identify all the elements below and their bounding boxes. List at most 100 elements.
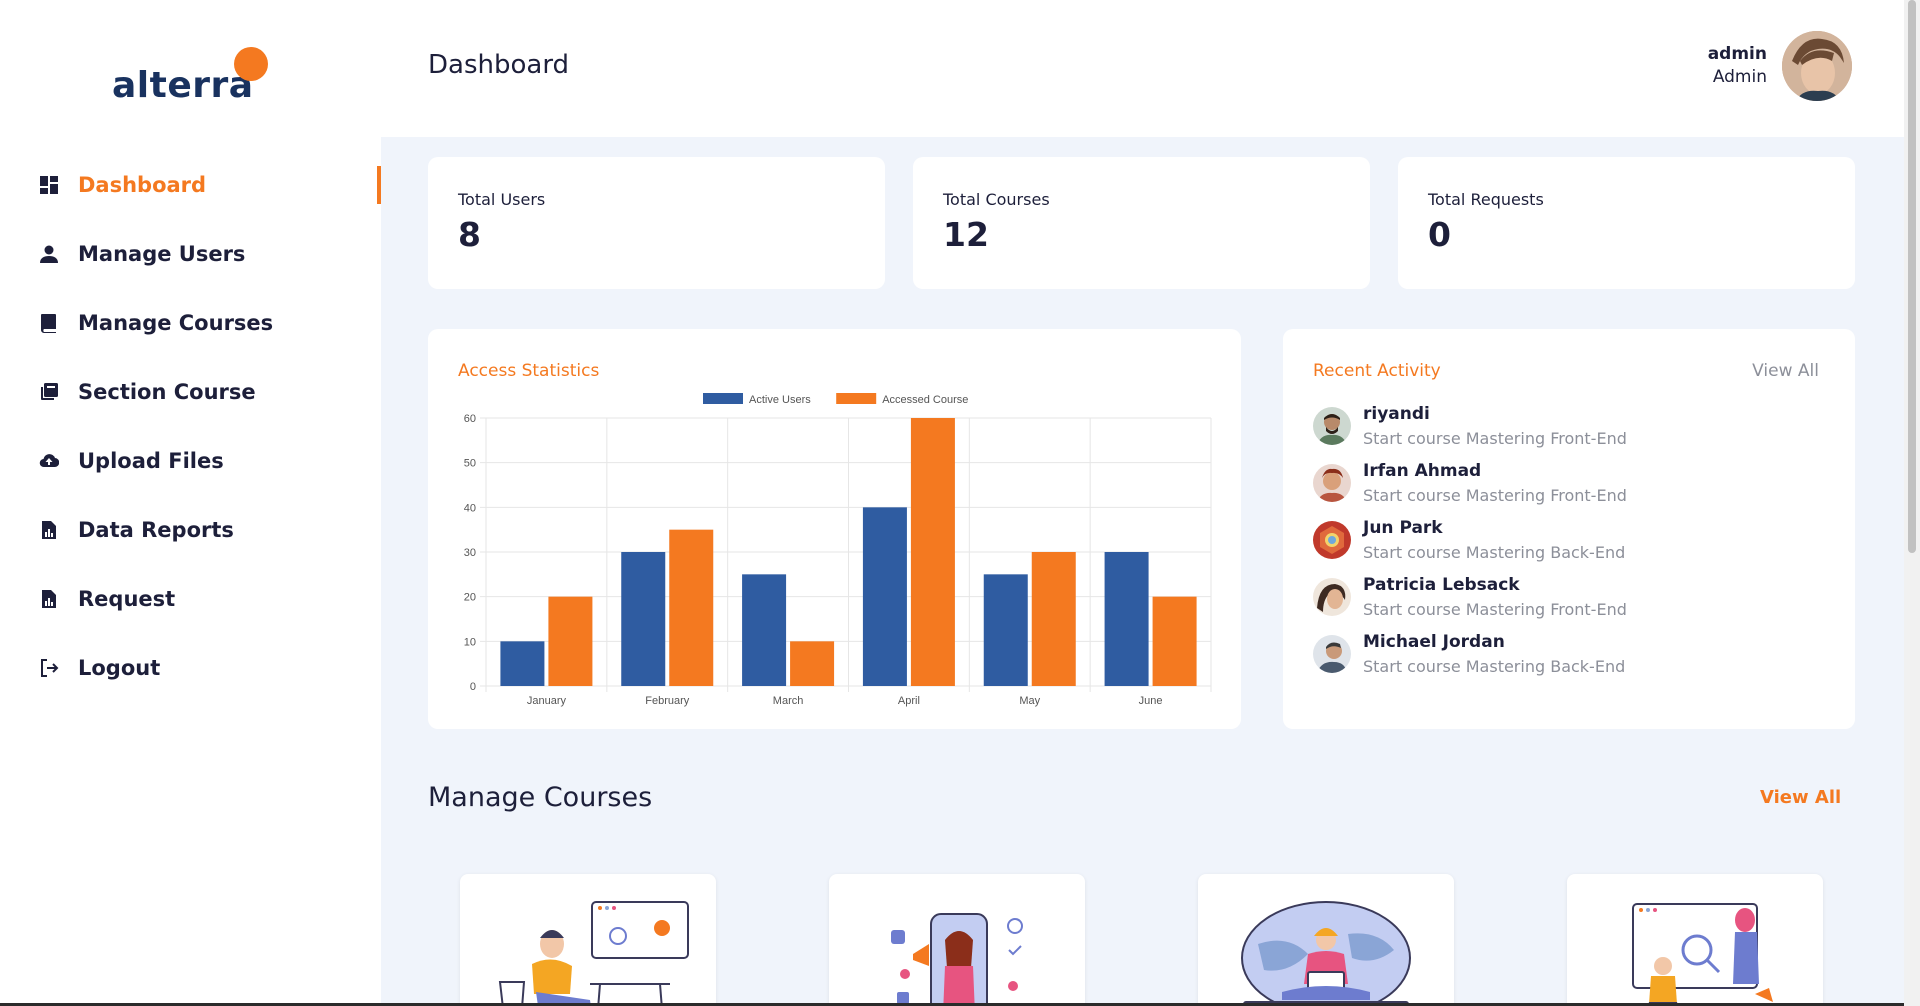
sidebar-item-manage-users[interactable]: Manage Users xyxy=(0,219,381,288)
list-item[interactable]: Patricia Lebsack Start course Mastering … xyxy=(1313,575,1833,632)
user-info[interactable]: admin Admin xyxy=(1708,44,1767,87)
activity-description: Start course Mastering Front-End xyxy=(1363,486,1627,505)
stat-label: Total Users xyxy=(458,190,546,209)
sidebar-item-dashboard[interactable]: Dashboard xyxy=(0,150,381,219)
chart-bar xyxy=(669,529,714,686)
sidebar-item-label: Manage Courses xyxy=(78,310,274,335)
course-illustration xyxy=(891,913,1023,1006)
avatar xyxy=(1313,578,1351,616)
sidebar-item-logout[interactable]: Logout xyxy=(0,633,381,702)
stat-label: Total Courses xyxy=(943,190,1050,209)
list-item[interactable]: riyandi Start course Mastering Front-End xyxy=(1313,404,1833,461)
course-card[interactable] xyxy=(1198,874,1454,1006)
sidebar-item-request[interactable]: Request xyxy=(0,564,381,633)
access-statistics-chart: 0 10 20 30 40 50 60 January February March April Ma… xyxy=(464,393,1212,707)
sidebar-item-section-course[interactable]: Section Course xyxy=(0,357,381,426)
avatar xyxy=(1313,635,1351,673)
activity-description: Start course Mastering Front-End xyxy=(1363,600,1627,619)
logout-icon xyxy=(38,657,60,679)
avatar xyxy=(1313,521,1351,559)
activity-user-name: riyandi xyxy=(1363,404,1430,424)
sidebar-item-label: Logout xyxy=(78,655,161,680)
logo-text: alterra xyxy=(112,65,254,106)
activity-description: Start course Mastering Front-End xyxy=(1363,429,1627,448)
chart-bar xyxy=(1031,552,1076,686)
sidebar-item-label: Section Course xyxy=(78,379,256,404)
course-card[interactable] xyxy=(829,874,1085,1006)
chart-bar xyxy=(1104,552,1149,686)
chart-bar xyxy=(742,574,787,686)
legend-swatch xyxy=(703,393,743,404)
cloud-upload-icon xyxy=(38,450,60,472)
y-tick-label: 0 xyxy=(470,681,476,693)
main-content: Total Users 8 Total Courses 12 Total Req… xyxy=(381,137,1904,1006)
list-item[interactable]: Irfan Ahmad Start course Mastering Front… xyxy=(1313,461,1833,518)
chart-bar xyxy=(548,596,593,686)
y-tick-label: 50 xyxy=(464,458,476,470)
logo-dot xyxy=(234,47,268,81)
sidebar-item-data-reports[interactable]: Data Reports xyxy=(0,495,381,564)
chart-bar xyxy=(862,507,907,686)
view-all-activity-link[interactable]: View All xyxy=(1752,361,1819,381)
stat-card-total-users: Total Users 8 xyxy=(428,157,885,289)
course-illustration xyxy=(1632,903,1773,1006)
dashboard-icon xyxy=(38,174,60,196)
activity-description: Start course Mastering Back-End xyxy=(1363,543,1626,562)
course-card[interactable] xyxy=(1567,874,1823,1006)
user-name: admin xyxy=(1707,44,1767,64)
course-illustration xyxy=(498,901,689,1006)
avatar xyxy=(1313,464,1351,502)
library-icon xyxy=(38,381,60,403)
access-statistics-card: Access Statistics 0 10 20 30 40 50 60 January Fe… xyxy=(428,329,1241,729)
y-tick-label: 60 xyxy=(464,413,476,425)
stat-card-total-courses: Total Courses 12 xyxy=(913,157,1370,289)
activity-user-name: Irfan Ahmad xyxy=(1363,461,1482,481)
y-tick-label: 40 xyxy=(464,502,476,514)
stat-value: 8 xyxy=(458,215,481,254)
activity-title: Recent Activity xyxy=(1313,361,1441,381)
x-tick-label: February xyxy=(645,695,690,707)
scrollbar-thumb[interactable] xyxy=(1908,0,1916,553)
sidebar-item-upload-files[interactable]: Upload Files xyxy=(0,426,381,495)
y-tick-label: 10 xyxy=(464,636,476,648)
chart-bar xyxy=(621,552,666,686)
x-tick-label: January xyxy=(527,695,567,707)
x-tick-label: March xyxy=(773,695,804,707)
avatar[interactable] xyxy=(1782,31,1852,101)
chart-bar xyxy=(910,418,955,686)
report-icon xyxy=(38,588,60,610)
sidebar: alterra Dashboard Manage Users Manage Co… xyxy=(0,0,381,1006)
activity-list: riyandi Start course Mastering Front-End… xyxy=(1313,404,1833,689)
sidebar-nav: Dashboard Manage Users Manage Courses Se… xyxy=(0,150,381,702)
sidebar-item-label: Data Reports xyxy=(78,517,234,542)
book-icon xyxy=(38,312,60,334)
stat-value: 12 xyxy=(943,215,989,254)
stat-value: 0 xyxy=(1428,215,1451,254)
recent-activity-card: Recent Activity View All riyandi Start c… xyxy=(1283,329,1855,729)
sidebar-item-label: Dashboard xyxy=(78,172,207,197)
activity-user-name: Michael Jordan xyxy=(1363,632,1505,652)
x-tick-label: May xyxy=(1019,695,1040,707)
sidebar-item-label: Upload Files xyxy=(78,448,224,473)
top-header: Dashboard admin Admin xyxy=(381,0,1904,137)
alterra-logo[interactable]: alterra xyxy=(110,45,270,106)
list-item[interactable]: Michael Jordan Start course Mastering Ba… xyxy=(1313,632,1833,689)
sidebar-item-label: Manage Users xyxy=(78,241,246,266)
chart-bar xyxy=(790,641,835,686)
y-tick-label: 20 xyxy=(464,592,476,604)
avatar xyxy=(1313,407,1351,445)
stat-card-total-requests: Total Requests 0 xyxy=(1398,157,1855,289)
chart-bar xyxy=(1152,596,1197,686)
view-all-courses-link[interactable]: View All xyxy=(1760,787,1841,808)
chart-bar xyxy=(500,641,545,686)
activity-user-name: Jun Park xyxy=(1363,518,1443,538)
manage-courses-title: Manage Courses xyxy=(428,782,653,813)
x-tick-label: April xyxy=(898,695,920,707)
y-tick-label: 30 xyxy=(464,547,476,559)
legend-label: Accessed Course xyxy=(882,394,968,406)
course-card[interactable] xyxy=(460,874,716,1006)
activity-description: Start course Mastering Back-End xyxy=(1363,657,1626,676)
list-item[interactable]: Jun Park Start course Mastering Back-End xyxy=(1313,518,1833,575)
sidebar-item-manage-courses[interactable]: Manage Courses xyxy=(0,288,381,357)
page-scrollbar[interactable] xyxy=(1904,0,1920,1006)
